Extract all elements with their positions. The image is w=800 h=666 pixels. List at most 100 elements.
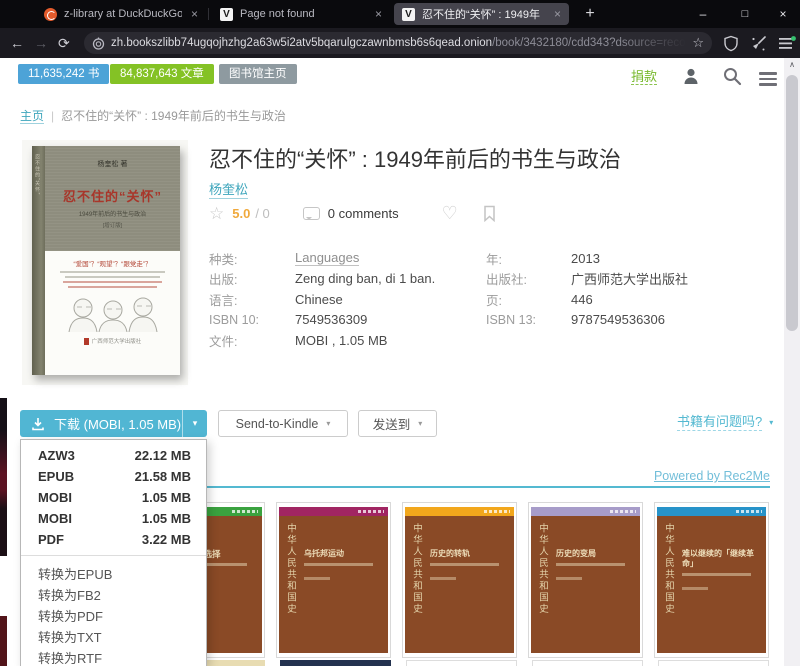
book-details-right: 年:2013 出版社:广西师范大学出版社 页:446 ISBN 13:97875…: [486, 248, 726, 330]
recommended-book-card[interactable]: 中华人民共和国史 乌托邦运动: [276, 502, 391, 658]
site-menu-icon[interactable]: [759, 69, 777, 89]
format-menu-item[interactable]: AZW322.12 MB: [21, 445, 206, 466]
update-dot-icon: [791, 36, 796, 41]
book-cover-image[interactable]: 忍不住的“关怀” 杨奎松 著 忍不住的“关怀” 1949年前后的书生与政治 [增…: [22, 140, 188, 385]
page-scrollbar[interactable]: ∧: [784, 58, 800, 666]
recommended-book-card[interactable]: 中华人民共和国史 难以继续的「继续革命」: [654, 502, 769, 658]
series-color-bar: [279, 507, 388, 516]
download-options-caret[interactable]: ▾: [182, 410, 207, 437]
rating-score: 5.0: [232, 206, 250, 221]
convert-menu-item[interactable]: 转换为PDF: [21, 606, 206, 627]
book-spine: 忍不住的“关怀”: [32, 146, 45, 375]
books-count-badge[interactable]: 11,635,242 书: [18, 64, 109, 84]
download-button[interactable]: 下载 (MOBI, 1.05 MB) ▾: [20, 410, 207, 437]
recommended-title: 乌托邦运动: [304, 549, 385, 559]
partial-cover-edge: [0, 398, 7, 556]
format-menu-item[interactable]: PDF3.22 MB: [21, 529, 206, 550]
breadcrumb-separator: |: [51, 109, 54, 123]
powered-by-rec2me-link[interactable]: Powered by Rec2Me: [600, 469, 770, 483]
detail-row: 语言:Chinese: [209, 289, 481, 310]
send-to-kindle-button[interactable]: Send-to-Kindle ▾: [218, 410, 348, 437]
detail-row: ISBN 10:7549536309: [209, 310, 481, 331]
breadcrumb-current: 忍不住的“关怀” : 1949年前后的书生与政治: [61, 109, 286, 123]
tab-book-page-active[interactable]: V 忍不住的“关怀” : 1949年前后的 ×: [394, 3, 569, 25]
window-minimize-button[interactable]: –: [686, 0, 720, 28]
window-close-button[interactable]: ×: [766, 0, 800, 28]
tab-close-icon[interactable]: ×: [191, 7, 198, 21]
rating-star-icon[interactable]: ☆: [209, 205, 224, 222]
convert-menu-item[interactable]: 转换为TXT: [21, 627, 206, 648]
detail-row: 出版:Zeng ding ban, di 1 ban.: [209, 269, 481, 290]
detail-row: 页:446: [486, 289, 726, 310]
new-tab-button[interactable]: +: [578, 2, 602, 26]
onion-site-icon: [92, 37, 105, 50]
recommended-book-card[interactable]: [280, 660, 391, 666]
detail-row: 出版社:广西师范大学出版社: [486, 269, 726, 290]
bookmark-icon[interactable]: [483, 205, 496, 222]
shield-icon[interactable]: [723, 35, 739, 52]
browser-window: z-library at DuckDuckGo × V Page not fou…: [0, 0, 800, 666]
search-icon[interactable]: [722, 66, 742, 86]
tab-title: 忍不住的“关怀” : 1949年前后的: [422, 6, 540, 22]
format-menu-item[interactable]: MOBI1.05 MB: [21, 487, 206, 508]
scrollbar-up-arrow-icon[interactable]: ∧: [784, 60, 800, 69]
recommended-book-card[interactable]: 中华人民共和国史 历史的转轨: [402, 502, 517, 658]
report-caret-icon: ▾: [769, 418, 773, 427]
detail-row: 种类:Languages: [209, 248, 481, 269]
recommended-book-card[interactable]: [406, 660, 517, 666]
cover-subtitle: 1949年前后的书生与政治: [79, 209, 146, 218]
cover-edition: [增订版]: [103, 221, 123, 229]
favorite-heart-icon[interactable]: ♡: [442, 204, 458, 222]
convert-menu-item[interactable]: 转换为RTF: [21, 648, 206, 666]
broom-new-identity-icon[interactable]: [750, 35, 767, 52]
tab-page-not-found[interactable]: V Page not found ×: [212, 3, 390, 25]
categories-link[interactable]: Languages: [295, 250, 359, 266]
duckduckgo-favicon-icon: [44, 8, 57, 21]
partial-cover-edge: [0, 616, 7, 666]
rating-row: ☆ 5.0 / 0 0 comments ♡: [209, 203, 496, 223]
breadcrumb: 主页 | 忍不住的“关怀” : 1949年前后的书生与政治: [20, 107, 286, 124]
reload-button[interactable]: ⟳: [58, 33, 70, 53]
scrollbar-thumb[interactable]: [786, 75, 798, 331]
tab-duckduckgo[interactable]: z-library at DuckDuckGo ×: [36, 3, 206, 25]
window-maximize-button[interactable]: □: [728, 0, 762, 28]
send-to-button[interactable]: 发送到 ▾: [358, 410, 437, 437]
recommended-book-card[interactable]: 中华人民共和国史 历史的变局: [528, 502, 643, 658]
cover-title: 忍不住的“关怀”: [63, 186, 162, 205]
download-icon: [31, 417, 45, 431]
report-problem-link[interactable]: 书籍有问题吗? ▾: [677, 414, 773, 431]
cover-publisher: 广西师范大学出版社: [84, 337, 142, 345]
recommended-book-card[interactable]: [658, 660, 769, 666]
book-details-left: 种类:Languages 出版:Zeng ding ban, di 1 ban.…: [209, 248, 481, 351]
kindle-caret-icon: ▾: [326, 419, 330, 428]
format-menu-item[interactable]: MOBI1.05 MB: [21, 508, 206, 529]
tab-bar: z-library at DuckDuckGo × V Page not fou…: [0, 0, 800, 28]
author-link[interactable]: 杨奎松: [209, 182, 248, 199]
comments-icon: [303, 207, 320, 220]
convert-menu-item[interactable]: 转换为EPUB: [21, 564, 206, 585]
download-button-label: 下载 (MOBI, 1.05 MB): [54, 414, 181, 433]
user-profile-icon[interactable]: [681, 66, 701, 86]
recommended-book-card[interactable]: [532, 660, 643, 666]
tab-title: z-library at DuckDuckGo: [64, 8, 182, 20]
comments-count[interactable]: 0 comments: [328, 206, 399, 221]
send-to-label: 发送到: [373, 414, 411, 433]
library-home-badge[interactable]: 图书馆主页: [219, 64, 297, 84]
bookmark-star-icon[interactable]: ☆: [692, 35, 704, 51]
address-bar[interactable]: zh.bookszlibb74ugqojhzhg2a63w5i2atv5bqar…: [84, 32, 712, 54]
recommended-title: 历史的转轨: [430, 549, 511, 559]
convert-menu-item[interactable]: 转换为FB2: [21, 585, 206, 606]
tab-close-icon[interactable]: ×: [554, 7, 561, 21]
format-menu-item[interactable]: EPUB21.58 MB: [21, 466, 206, 487]
menu-hamburger-icon[interactable]: [778, 35, 796, 52]
tab-separator: [208, 8, 209, 20]
back-button[interactable]: ←: [10, 33, 24, 53]
breadcrumb-home-link[interactable]: 主页: [20, 109, 44, 124]
menu-divider: [21, 555, 206, 556]
send-to-kindle-label: Send-to-Kindle: [236, 417, 319, 431]
articles-count-badge[interactable]: 84,837,643 文章: [110, 64, 214, 84]
tab-close-icon[interactable]: ×: [375, 7, 382, 21]
donate-link[interactable]: 捐款: [631, 69, 657, 85]
forward-button[interactable]: →: [34, 33, 48, 53]
series-color-bar: [531, 507, 640, 516]
